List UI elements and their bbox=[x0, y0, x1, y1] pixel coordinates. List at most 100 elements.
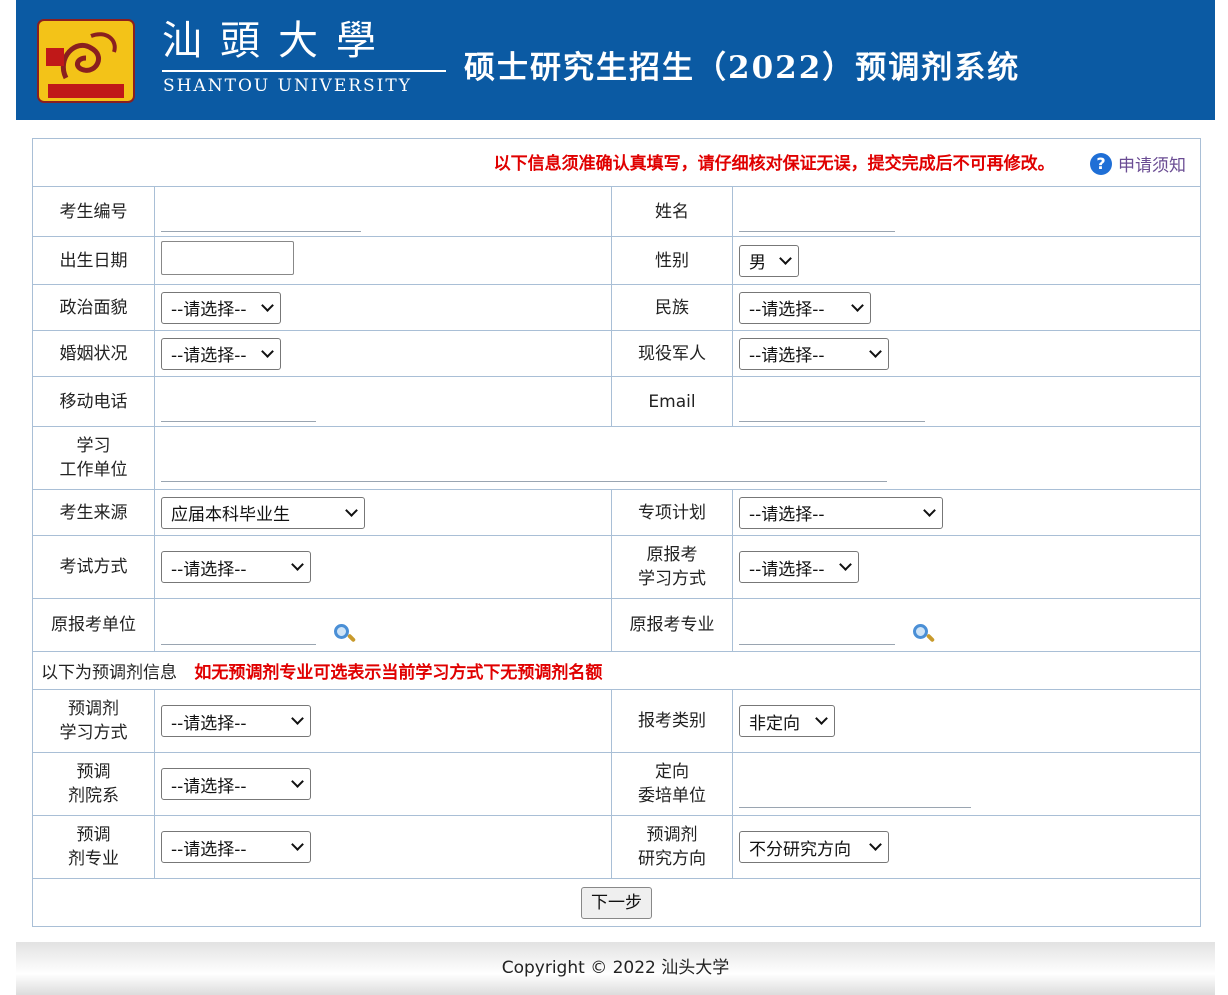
category-select-value: 非定向 bbox=[749, 713, 800, 734]
adjust-study-mode-label-line1: 预调剂 bbox=[68, 699, 119, 719]
search-icon[interactable] bbox=[912, 623, 936, 645]
adjust-study-mode-select[interactable]: --请选择-- bbox=[161, 705, 311, 737]
orig-major-input[interactable] bbox=[739, 619, 895, 645]
form-row: 学习 工作单位 bbox=[32, 426, 1202, 490]
section-warning: 如无预调剂专业可选表示当前学习方式下无预调剂名额 bbox=[194, 663, 603, 683]
university-name-cn: 汕頭大學 bbox=[162, 18, 394, 64]
special-plan-select-value: --请选择-- bbox=[749, 505, 825, 525]
chevron-down-icon bbox=[923, 503, 936, 517]
marital-select-value: --请选择-- bbox=[171, 346, 247, 366]
chevron-down-icon bbox=[291, 775, 304, 788]
sponsor-unit-label-line2: 委培单位 bbox=[638, 786, 706, 806]
gender-label: 性别 bbox=[611, 236, 733, 285]
adjust-dept-label: 预调 剂院系 bbox=[32, 752, 155, 816]
source-select-value: 应届本科毕业生 bbox=[171, 505, 290, 525]
next-button[interactable]: 下一步 bbox=[581, 886, 653, 919]
political-select[interactable]: --请选择-- bbox=[161, 291, 281, 324]
marital-label: 婚姻状况 bbox=[32, 330, 155, 377]
name-input[interactable] bbox=[739, 206, 895, 232]
workplace-input[interactable] bbox=[161, 456, 887, 482]
adjust-direction-label-line2: 研究方向 bbox=[638, 849, 706, 869]
adjust-major-select[interactable]: --请选择-- bbox=[161, 831, 311, 863]
chevron-down-icon bbox=[291, 838, 304, 851]
source-label: 考生来源 bbox=[32, 489, 155, 536]
category-select[interactable]: 非定向 bbox=[739, 705, 835, 737]
exam-mode-select[interactable]: --请选择-- bbox=[161, 551, 311, 583]
category-label: 报考类别 bbox=[611, 689, 733, 753]
workplace-label-line2: 工作单位 bbox=[59, 460, 128, 480]
help-link[interactable]: ? 申请须知 bbox=[1090, 151, 1186, 176]
chevron-down-icon bbox=[869, 344, 882, 358]
marital-select[interactable]: --请选择-- bbox=[161, 337, 281, 370]
help-link-label: 申请须知 bbox=[1118, 156, 1187, 177]
adjust-study-mode-label-line2: 学习方式 bbox=[59, 723, 128, 743]
form-row: 出生日期 性别 男 bbox=[32, 236, 1202, 285]
orig-unit-input[interactable] bbox=[161, 619, 316, 645]
chevron-down-icon bbox=[291, 712, 304, 725]
university-logo bbox=[37, 19, 135, 103]
special-plan-select[interactable]: --请选择-- bbox=[739, 496, 943, 529]
page-header: 汕頭大學 SHANTOU UNIVERSITY 硕士研究生招生（2022）预调剂… bbox=[16, 0, 1215, 120]
form-row: 预调剂 学习方式 --请选择-- 报考类别 非定向 bbox=[32, 689, 1202, 753]
mobile-label: 移动电话 bbox=[32, 376, 155, 427]
gender-select-value: 男 bbox=[749, 253, 766, 273]
special-plan-label: 专项计划 bbox=[611, 489, 733, 536]
orig-study-label-line2: 学习方式 bbox=[638, 569, 706, 589]
chevron-down-icon bbox=[345, 503, 358, 517]
adjust-study-mode-label: 预调剂 学习方式 bbox=[32, 689, 155, 753]
chevron-down-icon bbox=[815, 712, 828, 725]
page-footer: Copyright © 2022 汕头大学 bbox=[16, 942, 1215, 995]
university-name-en: SHANTOU UNIVERSITY bbox=[163, 76, 412, 96]
exam-mode-select-value: --请选择-- bbox=[171, 559, 247, 580]
chevron-down-icon bbox=[779, 251, 792, 265]
ethnicity-select-value: --请选择-- bbox=[749, 300, 825, 320]
adjust-study-mode-select-value: --请选择-- bbox=[171, 713, 247, 734]
gender-select[interactable]: 男 bbox=[739, 244, 799, 277]
military-select-value: --请选择-- bbox=[749, 346, 825, 366]
form-row: 移动电话 Email bbox=[32, 376, 1202, 427]
orig-study-select[interactable]: --请选择-- bbox=[739, 551, 859, 583]
chevron-down-icon bbox=[291, 558, 304, 571]
birthdate-label: 出生日期 bbox=[32, 236, 155, 285]
sponsor-unit-input[interactable] bbox=[739, 782, 971, 808]
form-row: 预调 剂院系 --请选择-- 定向 委培单位 bbox=[32, 752, 1202, 816]
exam-no-input[interactable] bbox=[161, 206, 361, 232]
orig-study-select-value: --请选择-- bbox=[749, 559, 825, 580]
mobile-input[interactable] bbox=[161, 396, 316, 422]
orig-major-label: 原报考专业 bbox=[611, 598, 733, 652]
orig-study-label: 原报考 学习方式 bbox=[611, 535, 733, 599]
political-label: 政治面貌 bbox=[32, 284, 155, 331]
adjust-major-label: 预调 剂专业 bbox=[32, 815, 155, 879]
chevron-down-icon bbox=[839, 558, 852, 571]
exam-no-label: 考生编号 bbox=[32, 186, 155, 237]
adjust-major-select-value: --请选择-- bbox=[171, 839, 247, 860]
ethnicity-select[interactable]: --请选择-- bbox=[739, 291, 871, 324]
birthdate-input[interactable] bbox=[161, 241, 294, 275]
form-row: 预调 剂专业 --请选择-- 预调剂 研究方向 不分研究方向 bbox=[32, 815, 1202, 879]
adjust-dept-select[interactable]: --请选择-- bbox=[161, 768, 311, 800]
form-row: 考生编号 姓名 bbox=[32, 186, 1202, 237]
adjust-dept-label-line1: 预调 bbox=[76, 762, 111, 782]
sponsor-unit-label-line1: 定向 bbox=[655, 762, 689, 782]
form-row: 考生来源 应届本科毕业生 专项计划 --请选择-- bbox=[32, 489, 1202, 536]
orig-unit-label: 原报考单位 bbox=[32, 598, 155, 652]
workplace-label: 学习 工作单位 bbox=[32, 426, 155, 490]
email-input[interactable] bbox=[739, 396, 925, 422]
form-row: 政治面貌 --请选择-- 民族 --请选择-- bbox=[32, 284, 1202, 331]
section-label: 以下为预调剂信息 bbox=[41, 663, 177, 683]
chevron-down-icon bbox=[869, 838, 882, 851]
form-row: 婚姻状况 --请选择-- 现役军人 --请选择-- bbox=[32, 330, 1202, 377]
search-icon[interactable] bbox=[333, 623, 357, 645]
email-label: Email bbox=[611, 376, 733, 427]
help-icon: ? bbox=[1090, 152, 1113, 175]
military-select[interactable]: --请选择-- bbox=[739, 337, 889, 370]
source-select[interactable]: 应届本科毕业生 bbox=[161, 496, 365, 529]
sponsor-unit-label: 定向 委培单位 bbox=[611, 752, 733, 816]
form-row: 原报考单位 原报考专业 bbox=[32, 598, 1202, 652]
adjust-direction-select[interactable]: 不分研究方向 bbox=[739, 831, 889, 863]
application-form: 以下信息须准确认真填写，请仔细核对保证无误，提交完成后不可再修改。 ? 申请须知… bbox=[31, 138, 1202, 927]
adjust-dept-label-line2: 剂院系 bbox=[68, 786, 119, 806]
adjust-section-header: 以下为预调剂信息 如无预调剂专业可选表示当前学习方式下无预调剂名额 bbox=[31, 651, 1202, 690]
exam-mode-label: 考试方式 bbox=[32, 535, 155, 599]
actions-row: 下一步 bbox=[31, 878, 1202, 927]
